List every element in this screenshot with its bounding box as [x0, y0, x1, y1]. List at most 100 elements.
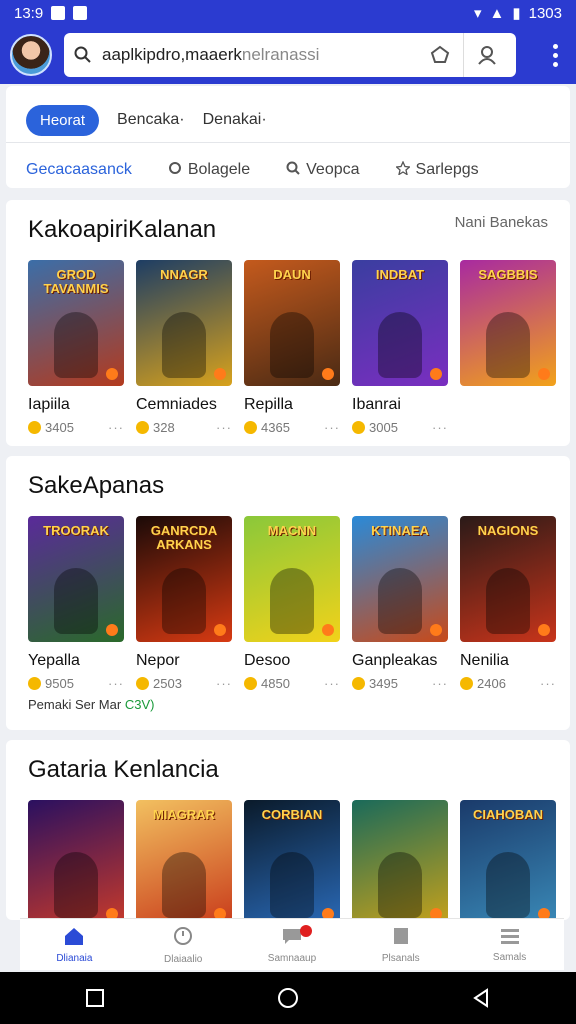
nav-item-0[interactable]: Dlianaia	[20, 919, 129, 970]
nav-item-3[interactable]: Plsanals	[346, 919, 455, 970]
account-button[interactable]	[468, 36, 506, 74]
more-dots-icon[interactable]: ···	[324, 420, 340, 435]
character-art	[486, 568, 530, 634]
character-art	[162, 568, 206, 634]
game-cover[interactable]: NAGIONS	[460, 516, 556, 642]
ad-badge-icon	[538, 624, 550, 636]
game-title: Yepalla	[28, 652, 80, 669]
coin-icon	[352, 677, 365, 690]
game-card[interactable]	[352, 800, 448, 920]
overflow-menu-button[interactable]	[544, 43, 566, 67]
game-cover[interactable]: GANRCDA ARKANS	[136, 516, 232, 642]
game-card[interactable]: INDBAT Ibanrai 3005 ···	[352, 260, 448, 435]
more-dots-icon[interactable]: ···	[216, 420, 232, 435]
menu-icon	[499, 927, 521, 948]
status-time: 13:9	[14, 4, 44, 22]
game-rating: 4850 ···	[244, 676, 340, 691]
nav-label: Samals	[492, 951, 527, 963]
more-dots-icon[interactable]: ···	[324, 676, 340, 691]
tab-0[interactable]: Gecacaasanck	[26, 153, 132, 187]
character-art	[378, 852, 422, 918]
more-dots-icon[interactable]: ···	[540, 676, 556, 691]
ad-badge-icon	[106, 624, 118, 636]
game-card[interactable]: DAUN Repilla 4365 ···	[244, 260, 340, 435]
game-cover[interactable]	[28, 800, 124, 920]
game-cover[interactable]: SAGBBIS	[460, 260, 556, 386]
game-cover[interactable]: DAUN	[244, 260, 340, 386]
rating-value: 9505	[45, 676, 74, 691]
section-0: KakoapiriKalanan Nani Banekas GROD TAVANMI…	[6, 200, 570, 446]
game-rating: 3405 ···	[28, 420, 124, 435]
tab-2[interactable]: Veopca	[286, 153, 360, 187]
game-rating: 4365 ···	[244, 420, 340, 435]
nav-item-1[interactable]: Dlaiaalio	[129, 919, 238, 970]
more-dots-icon[interactable]: ···	[216, 676, 232, 691]
chip-1[interactable]: Bencaka·	[117, 111, 185, 129]
game-card[interactable]: GANRCDA ARKANS Nepor 2503 ···	[136, 516, 232, 691]
recents-icon[interactable]	[85, 988, 105, 1008]
more-dots-icon[interactable]: ···	[108, 676, 124, 691]
game-cover[interactable]: KTINAEA	[352, 516, 448, 642]
search-input[interactable]: aaplkipdro,maaerknelranassi	[102, 45, 421, 65]
game-rating: 2503 ···	[136, 676, 232, 691]
see-more-link[interactable]: Nani Banekas	[455, 214, 548, 231]
game-card[interactable]: NAGIONS Nenilia 2406 ···	[460, 516, 556, 691]
character-art	[486, 852, 530, 918]
game-cover[interactable]: TROORAK	[28, 516, 124, 642]
ad-badge-icon	[430, 624, 442, 636]
game-card[interactable]: CIAHOBAN	[460, 800, 556, 920]
game-cover[interactable]	[352, 800, 448, 920]
chip-row: Heorat Bencaka· Denakai·	[6, 86, 570, 142]
section-2: Gataria Kenlancia MIAGRAR CORBIAN CIAHOBAN	[6, 740, 570, 920]
rating-value: 4850	[261, 676, 290, 691]
game-card[interactable]: GROD TAVANMIS Iapiila 3405 ···	[28, 260, 124, 435]
home-button-icon[interactable]	[276, 986, 300, 1010]
more-dots-icon[interactable]: ···	[432, 420, 448, 435]
bottom-navigation: Dlianaia Dlaiaalio Samnaaup Plsanals Samals	[20, 918, 564, 970]
game-cover[interactable]: MACNN	[244, 516, 340, 642]
game-title: Nenilia	[460, 652, 509, 669]
game-card[interactable]: MIAGRAR	[136, 800, 232, 920]
tab-1[interactable]: Bolagele	[168, 153, 250, 187]
game-card[interactable]: SAGBBIS	[460, 260, 556, 435]
chip-0[interactable]: Heorat	[26, 104, 100, 136]
avatar[interactable]	[10, 34, 52, 76]
game-card[interactable]: TROORAK Yepalla 9505 ···	[28, 516, 124, 691]
game-logo-text: MACNN	[267, 523, 317, 538]
game-card[interactable]	[28, 800, 124, 920]
ad-badge-icon	[214, 368, 226, 380]
chip-2[interactable]: Denakai·	[203, 111, 267, 129]
battery-level: 1303	[528, 4, 562, 22]
game-cover[interactable]: NNAGR	[136, 260, 232, 386]
more-dots-icon[interactable]: ···	[432, 676, 448, 691]
game-cover[interactable]: CORBIAN	[244, 800, 340, 920]
download-icon	[73, 6, 88, 20]
nav-item-4[interactable]: Samals	[455, 919, 564, 970]
character-art	[486, 312, 530, 378]
character-art	[270, 312, 314, 378]
coin-icon	[352, 421, 365, 434]
star-icon	[394, 159, 411, 180]
coin-icon	[244, 677, 257, 690]
game-cover[interactable]: GROD TAVANMIS	[28, 260, 124, 386]
game-cover[interactable]: MIAGRAR	[136, 800, 232, 920]
coin-icon	[28, 421, 41, 434]
game-cover[interactable]: INDBAT	[352, 260, 448, 386]
coin-icon	[460, 677, 473, 690]
game-card[interactable]: NNAGR Cemniades 328 ···	[136, 260, 232, 435]
game-logo-text: MIAGRAR	[152, 807, 216, 822]
game-logo-text: CIAHOBAN	[472, 807, 544, 822]
character-art	[54, 568, 98, 634]
game-cover[interactable]: CIAHOBAN	[460, 800, 556, 920]
game-card[interactable]: CORBIAN	[244, 800, 340, 920]
search-bar[interactable]: aaplkipdro,maaerknelranassi	[64, 33, 516, 77]
game-card[interactable]: KTINAEA Ganpleakas 3495 ···	[352, 516, 448, 691]
game-card[interactable]: MACNN Desoo 4850 ···	[244, 516, 340, 691]
back-icon[interactable]	[471, 988, 491, 1008]
lens-button[interactable]	[421, 36, 459, 74]
nav-item-2[interactable]: Samnaaup	[238, 919, 347, 970]
game-rating: 2406 ···	[460, 676, 556, 691]
section-header: Gataria Kenlancia	[6, 740, 570, 800]
tab-3[interactable]: Sarlepgs	[394, 153, 479, 187]
more-dots-icon[interactable]: ···	[108, 420, 124, 435]
